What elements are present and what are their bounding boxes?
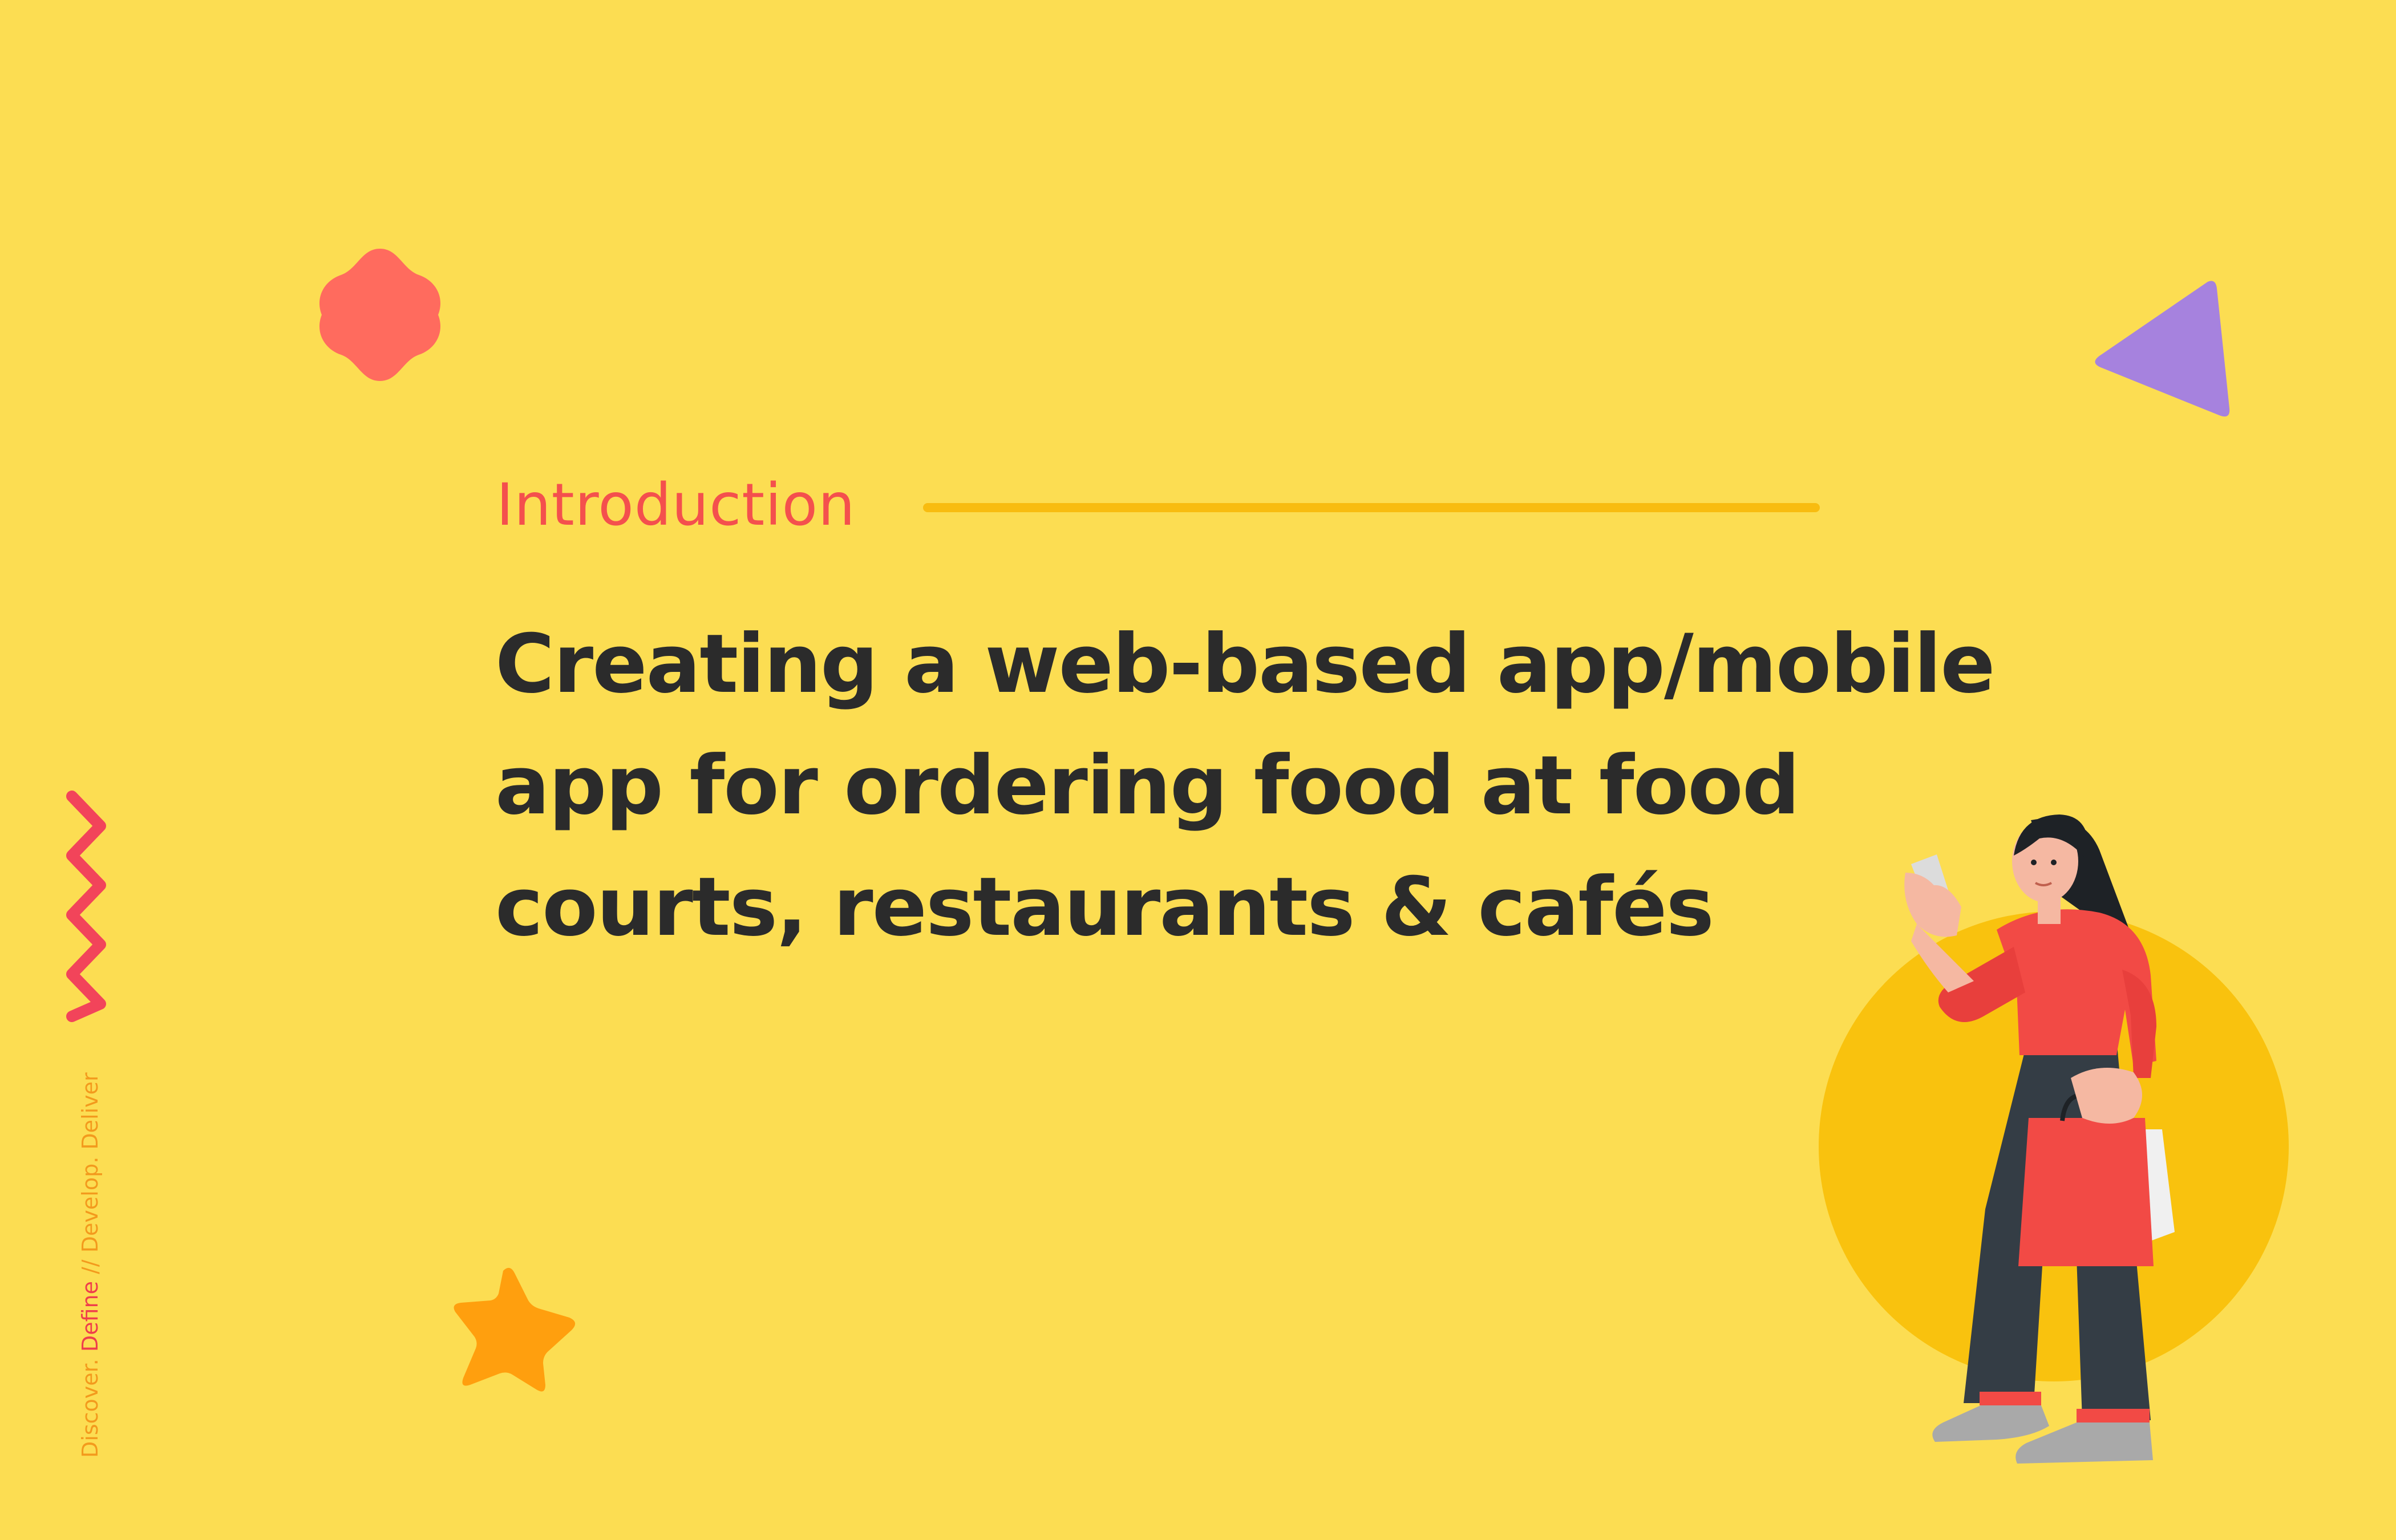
phase-develop: Develop. [78, 1156, 103, 1253]
triangle-icon [2095, 281, 2230, 417]
phase-define: Define [78, 1281, 103, 1352]
section-label: Introduction [496, 471, 856, 539]
section-divider [923, 503, 1820, 512]
headline-line-1: Creating a web-based app/mobile [495, 617, 1996, 711]
headline-line-2: app for ordering food at food [495, 739, 1800, 833]
star-icon [454, 1267, 576, 1392]
phase-navigation: Discover. Define // Develop. Deliver [78, 1072, 103, 1458]
woman-shopping-illustration [1819, 814, 2289, 1464]
phase-discover: Discover. [78, 1359, 103, 1458]
flower-blob-icon [319, 249, 441, 381]
zigzag-icon [66, 791, 106, 1022]
phase-separator: // [78, 1259, 103, 1274]
headline-line-3: courts, restaurants & cafés [495, 860, 1714, 954]
headline: Creating a web-based app/mobile app for … [495, 603, 1996, 968]
phase-deliver: Deliver [78, 1072, 103, 1150]
